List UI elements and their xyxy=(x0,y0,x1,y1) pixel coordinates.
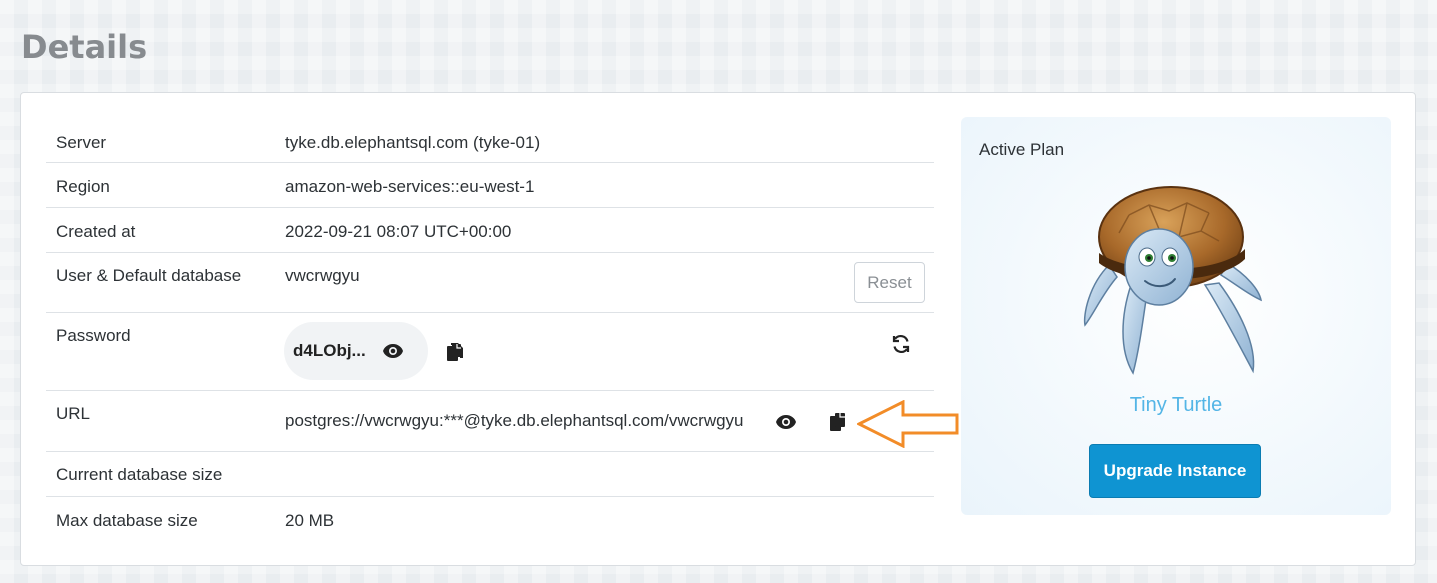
table-row: Password d4LObj... xyxy=(46,313,934,391)
page-title: Details xyxy=(21,28,148,66)
created-at-label: Created at xyxy=(56,222,136,241)
user-label: User & Default database xyxy=(56,266,242,285)
region-value: amazon-web-services::eu-west-1 xyxy=(285,177,535,196)
details-table: Server tyke.db.elephantsql.com (tyke-01)… xyxy=(46,123,934,542)
table-row: Created at 2022-09-21 08:07 UTC+00:00 xyxy=(46,208,934,253)
table-row: Current database size xyxy=(46,452,934,497)
copy-icon[interactable] xyxy=(825,409,851,435)
arrow-left-outline-icon xyxy=(857,400,959,448)
max-size-value: 20 MB xyxy=(285,511,335,530)
password-value: d4LObj... xyxy=(293,341,366,360)
plan-name: Tiny Turtle xyxy=(1129,394,1223,416)
eye-icon[interactable] xyxy=(380,338,406,364)
password-field: d4LObj... xyxy=(284,322,428,380)
copy-icon[interactable] xyxy=(442,339,468,365)
url-value: postgres://vwcrwgyu:***@tyke.db.elephant… xyxy=(285,411,744,430)
user-value: vwcrwgyu xyxy=(285,266,360,285)
table-row: Max database size 20 MB xyxy=(46,497,934,542)
password-label: Password xyxy=(56,326,131,345)
table-row: Server tyke.db.elephantsql.com (tyke-01) xyxy=(46,123,934,163)
eye-icon[interactable] xyxy=(773,409,799,435)
table-row: URL postgres://vwcrwgyu:***@tyke.db.elep… xyxy=(46,391,934,452)
turtle-illustration xyxy=(1083,186,1263,375)
max-size-label: Max database size xyxy=(56,511,198,530)
details-card: Server tyke.db.elephantsql.com (tyke-01)… xyxy=(20,92,1416,566)
region-label: Region xyxy=(56,177,110,196)
current-size-label: Current database size xyxy=(56,465,223,484)
table-row: Region amazon-web-services::eu-west-1 xyxy=(46,163,934,208)
server-label: Server xyxy=(56,133,107,152)
url-label: URL xyxy=(56,404,91,423)
table-row: User & Default database vwcrwgyu Reset xyxy=(46,253,934,313)
created-at-value: 2022-09-21 08:07 UTC+00:00 xyxy=(285,222,512,241)
refresh-icon[interactable] xyxy=(888,331,914,357)
active-plan-heading: Active Plan xyxy=(979,140,1065,159)
reset-button[interactable]: Reset xyxy=(854,262,925,303)
server-value: tyke.db.elephantsql.com (tyke-01) xyxy=(285,133,541,152)
active-plan-panel: Active Plan Tiny Turtle Upgrade Instance xyxy=(961,117,1391,515)
upgrade-instance-button[interactable]: Upgrade Instance xyxy=(1089,444,1261,498)
